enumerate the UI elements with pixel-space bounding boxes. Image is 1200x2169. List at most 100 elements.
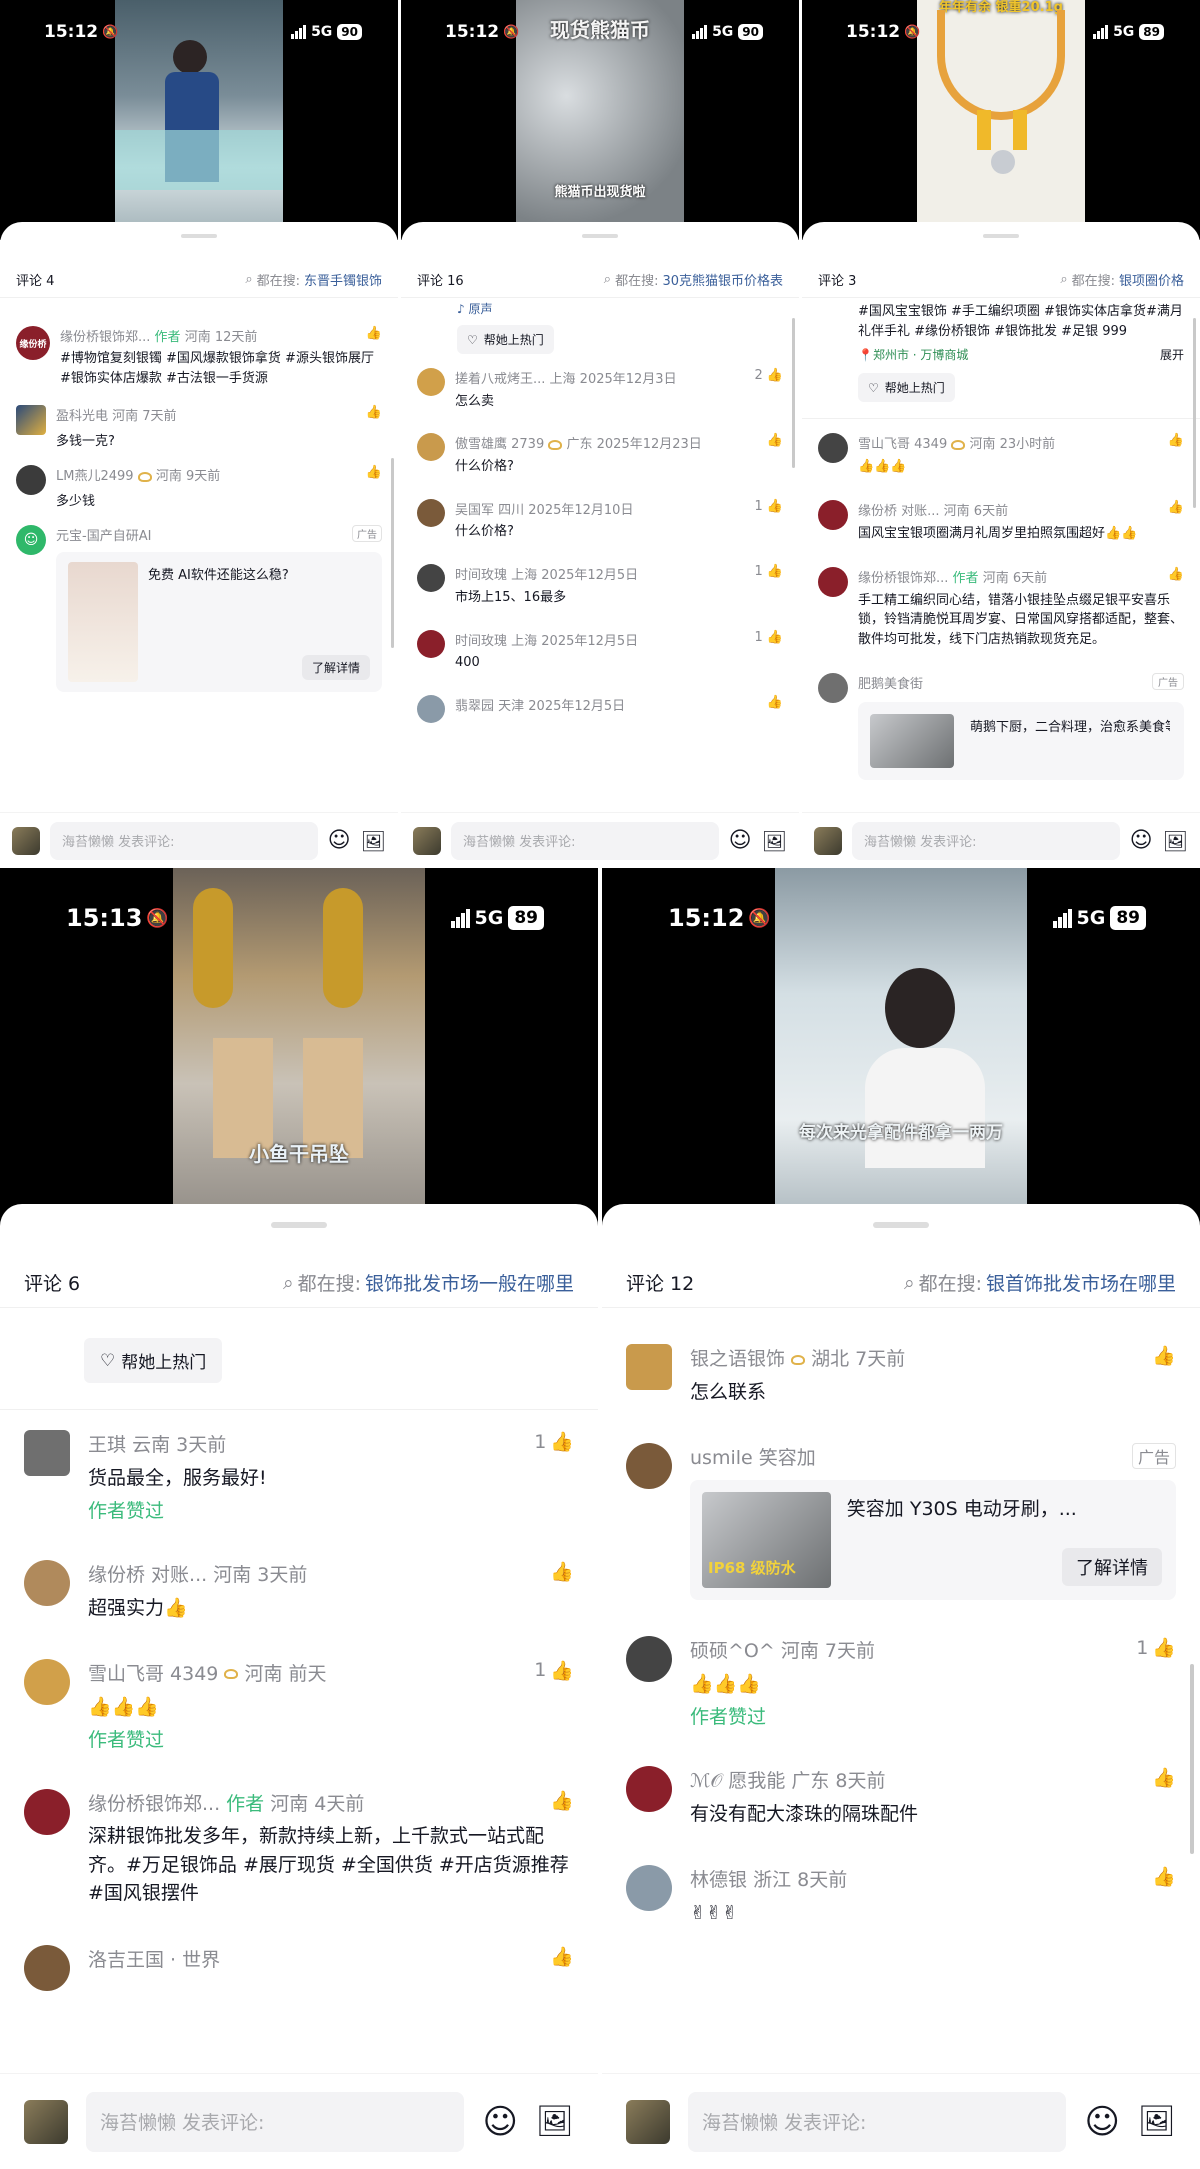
like-button[interactable]: 👍 <box>546 1560 574 1583</box>
boost-button[interactable]: ♡ 帮她上热门 <box>457 325 554 354</box>
avatar[interactable] <box>818 500 848 531</box>
avatar[interactable] <box>626 1442 672 1489</box>
avatar[interactable] <box>417 564 445 593</box>
scrollbar[interactable] <box>1190 1664 1194 1854</box>
user-name[interactable]: 翡翠园 <box>455 699 494 714</box>
ad-card[interactable]: 萌鹅下厨，二合料理，治愈系美食等 <box>858 702 1184 781</box>
avatar[interactable]: 缘份桥 <box>16 326 50 360</box>
user-name[interactable]: 傲雪雄鹰 2739 <box>455 437 544 452</box>
video-player[interactable]: 小鱼干吊坠 15:13 🔕 5G 89 <box>0 868 598 1228</box>
avatar[interactable]: ☺ <box>16 525 46 555</box>
video-player[interactable]: 年年有余 银重20.1g 15:12 🔕 5G 89 <box>802 0 1200 240</box>
avatar[interactable] <box>16 465 46 495</box>
comment-list[interactable]: #国风宝宝银饰 #手工编织项圈 #银饰实体店拿货#满月礼伴手礼 #缘份桥银饰 #… <box>802 302 1200 786</box>
avatar[interactable] <box>417 498 445 527</box>
avatar[interactable] <box>24 1788 70 1835</box>
like-button[interactable]: 👍 <box>366 326 382 341</box>
user-name[interactable]: 洛吉王国 · 世界 <box>88 1949 220 1971</box>
search-term[interactable]: 30克熊猫银币价格表 <box>662 270 783 289</box>
related-search[interactable]: ⌕ 都在搜: 银饰批发市场一般在哪里 <box>283 1269 574 1296</box>
user-name[interactable]: 缘份桥 对账... <box>858 504 940 519</box>
like-button[interactable]: 👍 <box>546 1945 574 1968</box>
ad-card[interactable]: 免费 AI软件还能这么稳? 了解详情 <box>56 552 382 692</box>
user-name[interactable]: LM燕儿2499 <box>56 469 134 484</box>
user-name[interactable]: 肥鹅美食街 <box>858 677 923 692</box>
like-button[interactable]: 👍 <box>1164 433 1184 448</box>
related-search[interactable]: ⌕ 都在搜: 银首饰批发市场在哪里 <box>904 1269 1176 1296</box>
user-name[interactable]: 搓着八戒烤王... <box>455 372 545 387</box>
drag-handle[interactable] <box>983 234 1019 238</box>
avatar[interactable] <box>24 1430 70 1476</box>
ad-card[interactable]: IP68 级防水 笑容加 Y30S 电动牙刷，... 了解详情 <box>690 1479 1176 1600</box>
search-term[interactable]: 东晋手镯银饰 <box>304 270 382 289</box>
video-player[interactable]: 每次来光拿配件都拿一两万 15:12 🔕 5G 89 <box>602 868 1200 1228</box>
avatar[interactable] <box>24 1944 70 1991</box>
like-button[interactable]: 1 👍 <box>755 499 783 514</box>
learn-more-button[interactable]: 了解详情 <box>1062 1547 1162 1586</box>
image-icon[interactable]: 🖼 <box>762 829 787 853</box>
emoji-icon[interactable]: ☺ <box>482 2102 517 2142</box>
ad-name[interactable]: 元宝-国产自研AI <box>56 529 151 544</box>
user-name[interactable]: 王琪 <box>88 1434 126 1456</box>
ad-label[interactable]: 广告 <box>1152 673 1184 691</box>
ad-label[interactable]: 广告 <box>1131 1442 1176 1469</box>
avatar[interactable] <box>818 433 848 463</box>
boost-button[interactable]: ♡ 帮她上热门 <box>858 373 955 402</box>
comment-list[interactable]: 缘份桥 缘份桥银饰郑... 作者 河南 12天前 #博物馆复刻银镯 #国风爆款银… <box>0 306 398 786</box>
user-name[interactable]: 盈科光电 <box>56 409 108 424</box>
emoji-icon[interactable]: ☺ <box>729 828 752 853</box>
learn-more-button[interactable]: 了解详情 <box>301 655 370 680</box>
like-button[interactable]: 👍 <box>1164 567 1184 582</box>
emoji-icon[interactable]: ☺ <box>1084 2102 1119 2142</box>
avatar[interactable] <box>626 1636 672 1683</box>
comment-list[interactable]: ♪ 原声 ♡ 帮她上热门 搓着八戒烤王... 上海 2025年12月3日 怎么卖 2 👍… <box>401 300 799 786</box>
image-icon[interactable]: 🖼 <box>1138 2104 1176 2139</box>
comment-input[interactable]: 海苔懒懒 发表评论: <box>451 821 719 860</box>
like-button[interactable]: 1 👍 <box>1136 1636 1176 1660</box>
like-button[interactable]: 👍 <box>546 1789 574 1812</box>
avatar[interactable] <box>818 567 848 598</box>
user-name[interactable]: 时间玫瑰 <box>455 568 507 583</box>
avatar[interactable] <box>16 405 46 435</box>
user-name[interactable]: 缘份桥银饰郑... <box>88 1793 220 1815</box>
user-name[interactable]: usmile 笑容加 <box>690 1447 816 1469</box>
like-button[interactable]: 1 👍 <box>755 564 783 579</box>
search-term[interactable]: 银首饰批发市场在哪里 <box>986 1269 1176 1296</box>
user-name[interactable]: 雪山飞哥 4349 <box>858 437 947 452</box>
expand-link[interactable]: 展开 <box>1160 346 1184 363</box>
ad-item[interactable]: 肥鹅美食街 广告萌鹅下厨，二合料理，治愈系美食等 <box>818 673 1184 781</box>
user-name[interactable]: ℳ𝒪 愿我能 <box>690 1770 785 1792</box>
user-name[interactable]: 缘份桥银饰郑... <box>858 571 948 586</box>
avatar[interactable] <box>626 1344 672 1390</box>
drag-handle[interactable] <box>582 234 618 238</box>
like-button[interactable]: 👍 <box>366 405 382 420</box>
image-icon[interactable]: 🖼 <box>536 2104 574 2139</box>
avatar[interactable] <box>417 433 445 462</box>
comment-input[interactable]: 海苔懒懒 发表评论: <box>852 821 1120 860</box>
avatar[interactable] <box>417 368 445 396</box>
video-player[interactable]: 15:12 🔕 5G 90 <box>0 0 398 240</box>
like-button[interactable]: 👍 <box>763 695 783 710</box>
avatar[interactable] <box>626 1766 672 1813</box>
scrollbar[interactable] <box>792 318 795 468</box>
ad-item[interactable]: usmile 笑容加 广告 IP68 级防水 笑容加 Y30S 电动牙刷，... 了解… <box>626 1442 1176 1600</box>
user-name[interactable]: 缘份桥银饰郑... <box>60 330 150 345</box>
boost-button[interactable]: ♡ 帮她上热门 <box>84 1338 223 1383</box>
like-button[interactable]: 👍 <box>1148 1865 1176 1888</box>
related-search[interactable]: ⌕ 都在搜: 银项圈价格 <box>1060 270 1184 289</box>
user-name[interactable]: 吴国军 <box>455 503 494 518</box>
ad-label[interactable]: 广告 <box>352 525 382 542</box>
related-search[interactable]: ⌕ 都在搜: 东晋手镯银饰 <box>245 270 382 289</box>
emoji-icon[interactable]: ☺ <box>1130 828 1153 853</box>
image-icon[interactable]: 🖼 <box>1163 829 1188 853</box>
location-label[interactable]: 郑州市 · 万博商城 <box>873 348 968 362</box>
avatar[interactable] <box>417 695 445 724</box>
like-button[interactable]: 1 👍 <box>534 1659 574 1682</box>
scrollbar[interactable] <box>1193 318 1196 508</box>
comment-input[interactable]: 海苔懒懒 发表评论: <box>86 2091 465 2152</box>
drag-handle[interactable] <box>271 1222 327 1228</box>
search-term[interactable]: 银项圈价格 <box>1119 270 1184 289</box>
like-button[interactable]: 👍 <box>366 465 382 480</box>
like-button[interactable]: 1 👍 <box>755 630 783 645</box>
drag-handle[interactable] <box>873 1222 929 1228</box>
